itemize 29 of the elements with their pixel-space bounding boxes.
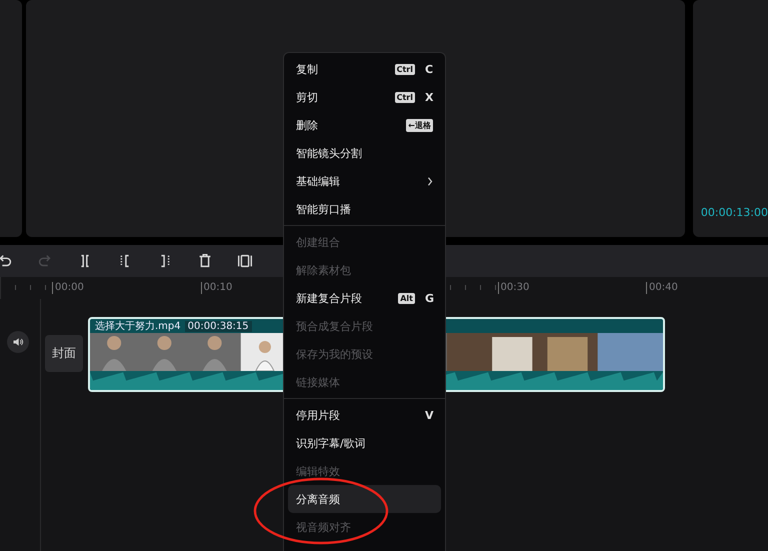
menu-item-label: 预合成复合片段 bbox=[296, 318, 373, 334]
menu-item-label: 基础编辑 bbox=[296, 174, 340, 188]
key-badge: Ctrl bbox=[394, 92, 415, 102]
shortcut-key: X bbox=[425, 90, 433, 104]
menu-item-label: 编辑特效 bbox=[296, 464, 340, 478]
menu-item-label: 分离音频 bbox=[296, 492, 340, 506]
menu-item-label: 复制 bbox=[296, 62, 318, 76]
shortcut-key: C bbox=[425, 62, 433, 76]
menu-item-label: 创建组合 bbox=[296, 234, 340, 250]
clip-duration: 00:00:38:15 bbox=[184, 320, 252, 332]
time-label: 00:30 bbox=[498, 282, 646, 294]
key-badge: Ctrl bbox=[394, 64, 415, 74]
menu-item-label: 停用片段 bbox=[296, 408, 340, 422]
shortcut-key: V bbox=[425, 408, 433, 422]
timecode: 00:00:13:00 bbox=[700, 206, 768, 219]
menu-item-label: 删除 bbox=[296, 118, 318, 132]
key-badge: ←退格 bbox=[406, 118, 433, 132]
clip-name: 选择大于努力.mp4 bbox=[95, 320, 181, 333]
menu-item-label: 识别字幕/歌词 bbox=[296, 436, 366, 450]
menu-item-label: 智能剪口播 bbox=[296, 202, 351, 216]
menu-item-label: 智能镜头分割 bbox=[296, 146, 362, 160]
key-badge: Alt bbox=[398, 292, 415, 304]
menu-item-label: 解除素材包 bbox=[296, 262, 351, 278]
menu-item-label: 保存为我的预设 bbox=[296, 346, 373, 362]
menu-item-label: 视音频对齐 bbox=[296, 520, 351, 534]
time-label: 00:40 bbox=[646, 282, 768, 294]
shortcut-key: G bbox=[425, 292, 433, 304]
menu-item-label: 剪切 bbox=[296, 90, 318, 104]
menu-item-label: 链接媒体 bbox=[296, 374, 340, 390]
